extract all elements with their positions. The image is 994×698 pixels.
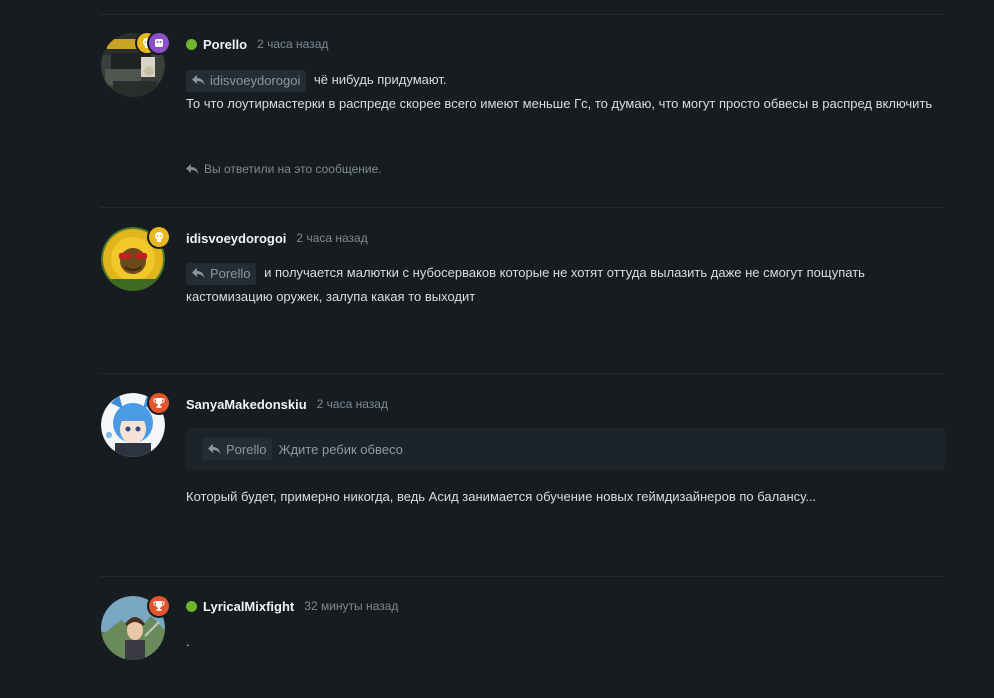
avatar-lyricalmixfight-wrap[interactable] — [101, 596, 169, 660]
reply-mention[interactable]: idisvoeydorogoi — [186, 69, 307, 92]
comment-text: То что лоутирмастерки в распреде скорее … — [186, 96, 933, 111]
comment-text: . — [186, 634, 190, 649]
trophy-icon — [153, 601, 165, 611]
username[interactable]: Porello — [203, 37, 247, 52]
comment-thread: Porello 2 часа назад idisvoeydorogoi чё … — [0, 0, 994, 698]
timestamp: 32 минуты назад — [304, 599, 399, 613]
comment-body: Который будет, примерно никогда, ведь Ас… — [186, 485, 946, 509]
achievement-badge — [149, 33, 169, 53]
mask-icon — [155, 39, 163, 47]
reply-mention[interactable]: Porello — [202, 438, 273, 460]
timestamp: 2 часа назад — [296, 231, 368, 245]
quoted-reply[interactable]: Porello Ждите ребик обвесо — [186, 428, 945, 470]
reply-arrow-icon — [186, 163, 199, 174]
divider — [100, 14, 945, 15]
comment-header: Porello 2 часа назад — [186, 35, 328, 53]
divider — [100, 576, 945, 577]
comment-header: LyricalMixfight 32 минуты назад — [186, 597, 398, 615]
reply-arrow-icon — [208, 443, 221, 454]
comment-first-line: чё нибудь придумают. — [313, 72, 447, 87]
timestamp: 2 часа назад — [316, 397, 388, 411]
comment-body: . — [186, 630, 946, 654]
trophy-icon — [153, 398, 165, 408]
reply-arrow-icon — [192, 75, 205, 86]
comment-text: Который будет, примерно никогда, ведь Ас… — [186, 489, 817, 504]
mention-username: idisvoeydorogoi — [210, 72, 301, 88]
comment-header: idisvoeydorogoi 2 часа назад — [186, 229, 368, 247]
comment-body: idisvoeydorogoi чё нибудь придумают. То … — [186, 68, 946, 116]
online-indicator — [186, 38, 197, 50]
username[interactable]: LyricalMixfight — [203, 599, 294, 614]
replied-note-text: Вы ответили на это сообщение. — [204, 162, 382, 176]
username[interactable]: idisvoeydorogoi — [186, 231, 286, 246]
avatar-sanyamakedonskiu-wrap[interactable] — [101, 393, 169, 457]
divider — [100, 373, 945, 374]
achievement-badge — [149, 393, 169, 413]
avatar-idisvoeydorogoi-wrap[interactable] — [101, 227, 169, 291]
quoted-text: Ждите ребик обвесо — [278, 441, 403, 457]
divider — [100, 207, 945, 208]
mention-username: Porello — [210, 265, 251, 281]
username[interactable]: SanyaMakedonskiu — [186, 397, 307, 412]
online-indicator — [186, 600, 197, 612]
achievement-badge — [149, 227, 169, 247]
replied-note: Вы ответили на это сообщение. — [186, 162, 382, 176]
comment-header: SanyaMakedonskiu 2 часа назад — [186, 395, 388, 413]
comment-body: Porello и получается малютки с нубосерва… — [186, 261, 946, 309]
avatar-porello-wrap[interactable] — [101, 33, 169, 97]
achievement-badge — [149, 596, 169, 616]
reply-arrow-icon — [192, 268, 205, 279]
reply-mention[interactable]: Porello — [186, 262, 257, 285]
comment-text: и получается малютки с нубосерваков кото… — [186, 265, 865, 304]
timestamp: 2 часа назад — [257, 37, 329, 51]
mention-username: Porello — [226, 441, 267, 457]
skull-icon — [155, 232, 163, 242]
